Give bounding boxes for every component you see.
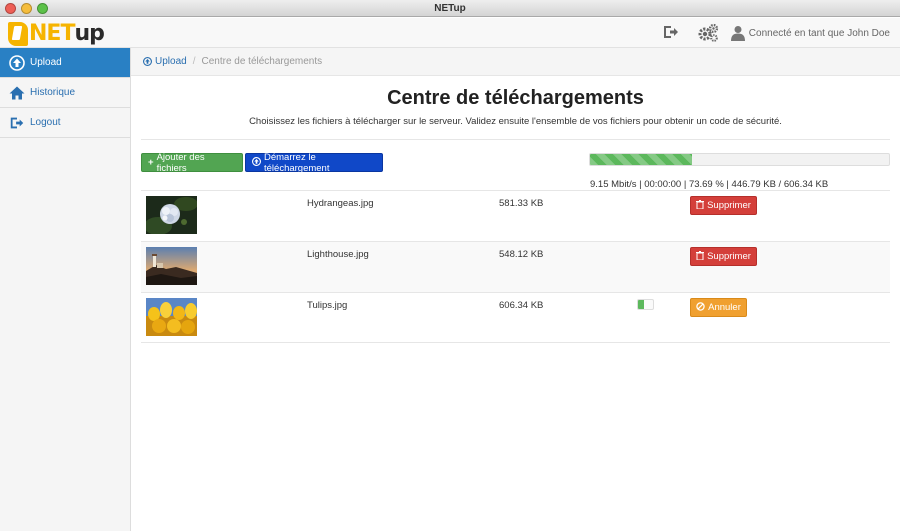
breadcrumb-separator: / [192, 56, 196, 67]
tulips-thumbnail [146, 298, 197, 336]
ban-icon [696, 301, 705, 314]
upload-circle-icon [143, 57, 152, 66]
sidebar-item-historique[interactable]: Historique [0, 78, 130, 108]
upload-circle-icon [8, 54, 26, 72]
delete-file-button[interactable]: Supprimer [690, 247, 757, 266]
window-title-bar: NETup [0, 0, 900, 17]
breadcrumb-link-label: Upload [155, 56, 187, 67]
window-zoom-button[interactable] [37, 3, 48, 14]
file-size: 581.33 KB [499, 198, 544, 209]
delete-label: Supprimer [707, 200, 751, 211]
file-row: Hydrangeas.jpg 581.33 KB Supprimer [141, 190, 890, 241]
trash-icon [696, 250, 705, 263]
gears-icon[interactable] [697, 23, 719, 43]
breadcrumb: Upload / Centre de téléchargements [131, 48, 900, 76]
file-list: Hydrangeas.jpg 581.33 KB Supprimer Light… [141, 190, 890, 343]
upload-circle-icon [252, 156, 261, 169]
file-name: Lighthouse.jpg [307, 249, 369, 260]
cancel-upload-button[interactable]: Annuler [690, 298, 747, 317]
sidebar-item-upload[interactable]: Upload [0, 48, 130, 78]
file-size: 606.34 KB [499, 300, 544, 311]
breadcrumb-link-upload[interactable]: Upload [143, 56, 187, 67]
start-upload-label: Démarrez le téléchargement [264, 151, 330, 174]
app-header: NET up Connecté en tant que John Doe [0, 18, 900, 48]
add-files-label: Ajouter des fichiers [156, 151, 205, 174]
page-description: Choisissez les fichiers à télécharger su… [249, 116, 782, 127]
delete-file-button[interactable]: Supprimer [690, 196, 757, 215]
logo-text-up: up [74, 21, 104, 46]
file-row: Lighthouse.jpg 548.12 KB Supprimer [141, 241, 890, 292]
sidebar: Upload Historique Logout [0, 48, 131, 531]
sidebar-item-label: Historique [30, 87, 76, 98]
file-upload-progress [637, 299, 654, 310]
lighthouse-thumbnail [146, 247, 197, 285]
file-name: Tulips.jpg [307, 300, 348, 311]
global-progress-fill [590, 154, 692, 165]
file-row: Tulips.jpg 606.34 KB Annuler [141, 292, 890, 343]
plus-icon: + [148, 157, 154, 168]
divider [141, 139, 890, 140]
window-minimize-button[interactable] [21, 3, 32, 14]
logo-text-net: NET [29, 21, 75, 46]
global-progress-bar [589, 153, 890, 166]
user-menu[interactable]: Connecté en tant que John Doe [730, 24, 890, 42]
page-title: Centre de téléchargements [387, 87, 644, 109]
window-title: NETup [434, 3, 466, 14]
window-close-button[interactable] [5, 3, 16, 14]
logout-icon [8, 114, 26, 132]
breadcrumb-current: Centre de téléchargements [201, 56, 323, 67]
delete-label: Supprimer [707, 251, 751, 262]
trash-icon [696, 199, 705, 212]
cancel-label: Annuler [708, 302, 741, 313]
start-upload-button[interactable]: Démarrez le téléchargement [245, 151, 383, 174]
logout-icon[interactable] [662, 23, 682, 43]
sidebar-item-label: Upload [30, 57, 62, 68]
file-upload-progress-fill [638, 300, 644, 309]
user-icon [730, 26, 745, 41]
logo-mark-icon [8, 21, 28, 46]
home-icon [8, 84, 26, 102]
main-content: Centre de téléchargements Choisissez les… [131, 76, 900, 531]
file-name: Hydrangeas.jpg [307, 198, 374, 209]
connected-user-text: Connecté en tant que John Doe [748, 27, 890, 39]
add-files-button[interactable]: + Ajouter des fichiers [141, 151, 243, 174]
sidebar-item-label: Logout [30, 117, 61, 128]
progress-status-text: 9.15 Mbit/s | 00:00:00 | 73.69 % | 446.7… [590, 179, 829, 190]
netup-logo[interactable]: NET up [8, 21, 105, 46]
sidebar-item-logout[interactable]: Logout [0, 108, 130, 138]
file-size: 548.12 KB [499, 249, 544, 260]
hydrangea-thumbnail [146, 196, 197, 234]
